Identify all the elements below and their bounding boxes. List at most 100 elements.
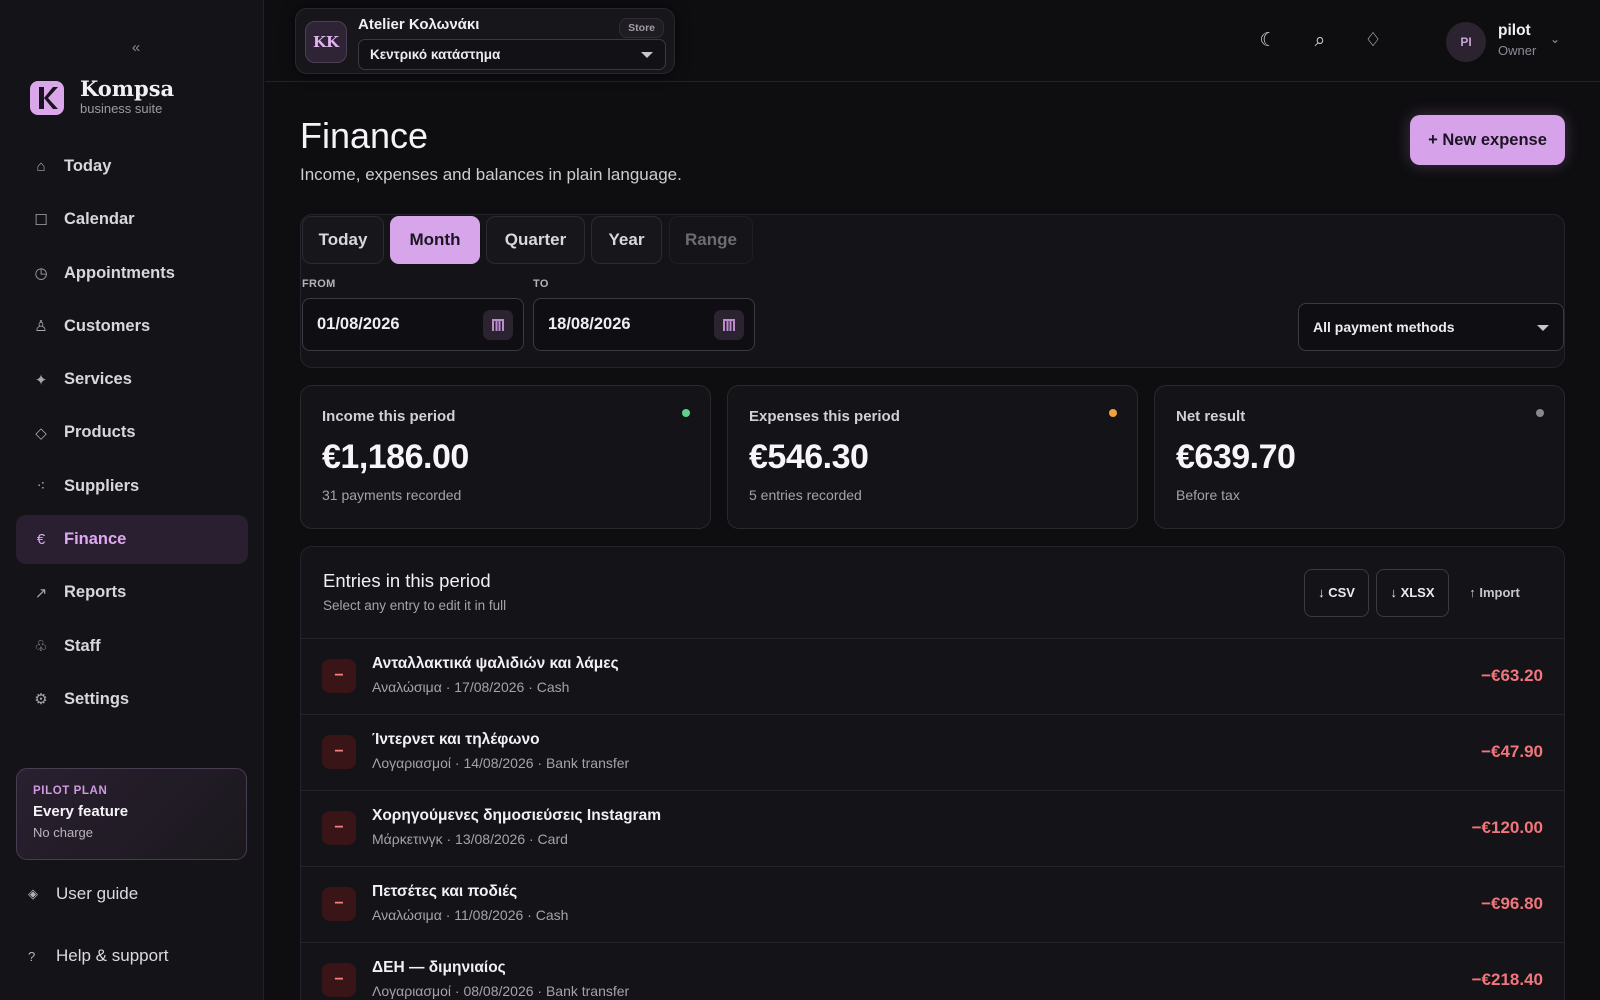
calendar-picker-icon[interactable] bbox=[483, 310, 513, 340]
nodes-icon: ⁖ bbox=[36, 478, 46, 496]
payment-method-select[interactable]: All payment methods bbox=[1298, 303, 1564, 351]
store-switcher[interactable]: KK Atelier Κολωνάκι Store Κεντρικό κατάσ… bbox=[295, 8, 675, 74]
sidebar-item-label: Staff bbox=[64, 636, 101, 655]
from-date-value: 01/08/2026 bbox=[317, 315, 400, 333]
entries-subtitle: Select any entry to edit it in full bbox=[323, 598, 507, 613]
export-csv-button[interactable]: ↓ CSV bbox=[1304, 569, 1369, 617]
sidebar-nav: ⌂ Today ☐ Calendar ◷ Appointments ♙ Cust… bbox=[16, 142, 248, 728]
plan-card[interactable]: PILOT PLAN Every feature No charge bbox=[16, 768, 247, 860]
status-dot bbox=[1109, 409, 1117, 417]
plan-subtitle: No charge bbox=[33, 825, 93, 840]
new-expense-button[interactable]: + New expense bbox=[1410, 115, 1565, 165]
collapse-sidebar-icon[interactable]: « bbox=[126, 38, 146, 58]
brand-name: Kompsa bbox=[80, 76, 175, 101]
to-date-field[interactable]: 18/08/2026 bbox=[533, 298, 755, 351]
sidebar-item-label: Customers bbox=[64, 316, 151, 335]
expenses-card: Expenses this period €546.30 5 entries r… bbox=[727, 385, 1138, 529]
status-dot bbox=[1536, 409, 1544, 417]
expense-minus-icon: − bbox=[322, 963, 356, 997]
store-avatar: KK bbox=[305, 21, 347, 63]
brand-subtitle: business suite bbox=[80, 101, 163, 116]
arrow-up-right-icon: ↗ bbox=[34, 584, 48, 602]
sidebar-item-label: Settings bbox=[64, 689, 130, 708]
tab-month[interactable]: Month bbox=[390, 216, 480, 264]
moon-icon[interactable]: ☾ bbox=[1257, 30, 1279, 52]
sidebar-item-appointments[interactable]: ◷ Appointments bbox=[16, 249, 248, 298]
tab-quarter[interactable]: Quarter bbox=[486, 216, 585, 264]
search-icon[interactable]: ⌕ bbox=[1309, 30, 1331, 52]
entry-amount: −€63.20 bbox=[1481, 666, 1543, 685]
entries-panel: Entries in this period Select any entry … bbox=[300, 546, 1565, 1000]
entry-title: Ανταλλακτικά ψαλιδιών και λάμες bbox=[372, 655, 619, 672]
income-card: Income this period €1,186.00 31 payments… bbox=[300, 385, 711, 529]
entry-title: Ίντερνετ και τηλέφωνο bbox=[372, 731, 540, 748]
home-icon: ⌂ bbox=[36, 158, 46, 175]
stat-value: €639.70 bbox=[1176, 438, 1296, 476]
stat-subtitle: 31 payments recorded bbox=[322, 487, 462, 503]
user-guide-label: User guide bbox=[56, 884, 139, 903]
list-item[interactable]: − ΔΕΗ — διμηνιαίος Λογαριασμοί · 08/08/2… bbox=[301, 943, 1564, 1000]
entry-meta: Λογαριασμοί · 14/08/2026 · Bank transfer bbox=[372, 755, 630, 771]
sidebar-item-customers[interactable]: ♙ Customers bbox=[16, 302, 248, 351]
diamond-icon: ◇ bbox=[35, 424, 47, 442]
tab-today[interactable]: Today bbox=[302, 216, 384, 264]
person-icon: ♙ bbox=[34, 318, 48, 336]
entry-title: Χορηγούμενες δημοσιεύσεις Instagram bbox=[372, 807, 661, 824]
avatar[interactable]: PI bbox=[1446, 22, 1486, 62]
brand-logo-icon bbox=[30, 80, 64, 115]
sidebar-item-services[interactable]: ✦ Services bbox=[16, 355, 248, 404]
tab-year[interactable]: Year bbox=[591, 216, 662, 264]
entries-header: Entries in this period Select any entry … bbox=[301, 547, 1564, 639]
sidebar: « Kompsa business suite ⌂ Today ☐ Calend… bbox=[0, 0, 264, 1000]
to-date-value: 18/08/2026 bbox=[548, 315, 631, 333]
stat-subtitle: 5 entries recorded bbox=[749, 487, 862, 503]
entry-amount: −€47.90 bbox=[1481, 742, 1543, 761]
sidebar-item-products[interactable]: ◇ Products bbox=[16, 408, 248, 457]
sidebar-item-finance[interactable]: € Finance bbox=[16, 515, 248, 565]
net-result-card: Net result €639.70 Before tax bbox=[1154, 385, 1565, 529]
sidebar-item-label: Calendar bbox=[64, 210, 135, 229]
from-date-field[interactable]: 01/08/2026 bbox=[302, 298, 524, 351]
chevron-down-icon[interactable]: ⌄ bbox=[1550, 32, 1560, 46]
status-dot bbox=[682, 409, 690, 417]
entry-meta: Λογαριασμοί · 08/08/2026 · Bank transfer bbox=[372, 983, 630, 999]
list-item[interactable]: − Ανταλλακτικά ψαλιδιών και λάμες Αναλώσ… bbox=[301, 639, 1564, 715]
calendar-picker-icon[interactable] bbox=[714, 310, 744, 340]
user-name: pilot bbox=[1498, 22, 1531, 39]
store-location-value: Κεντρικό κατάστημα bbox=[370, 47, 501, 62]
user-role: Owner bbox=[1498, 43, 1537, 58]
entry-meta: Αναλώσιμα · 11/08/2026 · Cash bbox=[372, 907, 569, 923]
store-location-select[interactable]: Κεντρικό κατάστημα bbox=[358, 39, 666, 70]
sidebar-item-calendar[interactable]: ☐ Calendar bbox=[16, 195, 248, 244]
list-item[interactable]: − Πετσέτες και ποδιές Αναλώσιμα · 11/08/… bbox=[301, 867, 1564, 943]
payment-method-value: All payment methods bbox=[1313, 319, 1455, 335]
export-xlsx-button[interactable]: ↓ XLSX bbox=[1376, 569, 1449, 617]
sidebar-item-reports[interactable]: ↗ Reports bbox=[16, 568, 248, 617]
sidebar-item-suppliers[interactable]: ⁖ Suppliers bbox=[16, 462, 248, 511]
question-icon: ? bbox=[28, 948, 36, 964]
caret-down-icon bbox=[641, 52, 653, 58]
user-guide-link[interactable]: ◈ User guide bbox=[28, 884, 138, 904]
sidebar-item-settings[interactable]: ⚙ Settings bbox=[16, 675, 248, 724]
help-support-link[interactable]: ? Help & support bbox=[28, 946, 168, 966]
brand[interactable]: Kompsa business suite bbox=[30, 78, 174, 117]
sidebar-item-staff[interactable]: ♧ Staff bbox=[16, 622, 248, 671]
entry-title: ΔΕΗ — διμηνιαίος bbox=[372, 959, 506, 976]
entry-amount: −€96.80 bbox=[1481, 894, 1543, 913]
sidebar-item-today[interactable]: ⌂ Today bbox=[16, 142, 248, 191]
store-name: Atelier Κολωνάκι bbox=[358, 16, 480, 33]
expense-minus-icon: − bbox=[322, 659, 356, 693]
expense-minus-icon: − bbox=[322, 811, 356, 845]
filter-panel: Today Month Quarter Year Range FROM 01/0… bbox=[300, 214, 1565, 368]
plan-kicker: PILOT PLAN bbox=[33, 785, 108, 797]
topbar: KK Atelier Κολωνάκι Store Κεντρικό κατάσ… bbox=[265, 0, 1600, 82]
list-item[interactable]: − Ίντερνετ και τηλέφωνο Λογαριασμοί · 14… bbox=[301, 715, 1564, 791]
diamond-outline-icon[interactable]: ♢ bbox=[1362, 30, 1384, 52]
tab-range[interactable]: Range bbox=[669, 216, 753, 264]
entry-amount: −€120.00 bbox=[1471, 818, 1543, 837]
import-button[interactable]: ↑ Import bbox=[1457, 569, 1532, 617]
store-badge: Store bbox=[619, 18, 664, 38]
list-item[interactable]: − Χορηγούμενες δημοσιεύσεις Instagram Μά… bbox=[301, 791, 1564, 867]
stat-value: €546.30 bbox=[749, 438, 869, 476]
euro-icon: € bbox=[36, 531, 46, 549]
